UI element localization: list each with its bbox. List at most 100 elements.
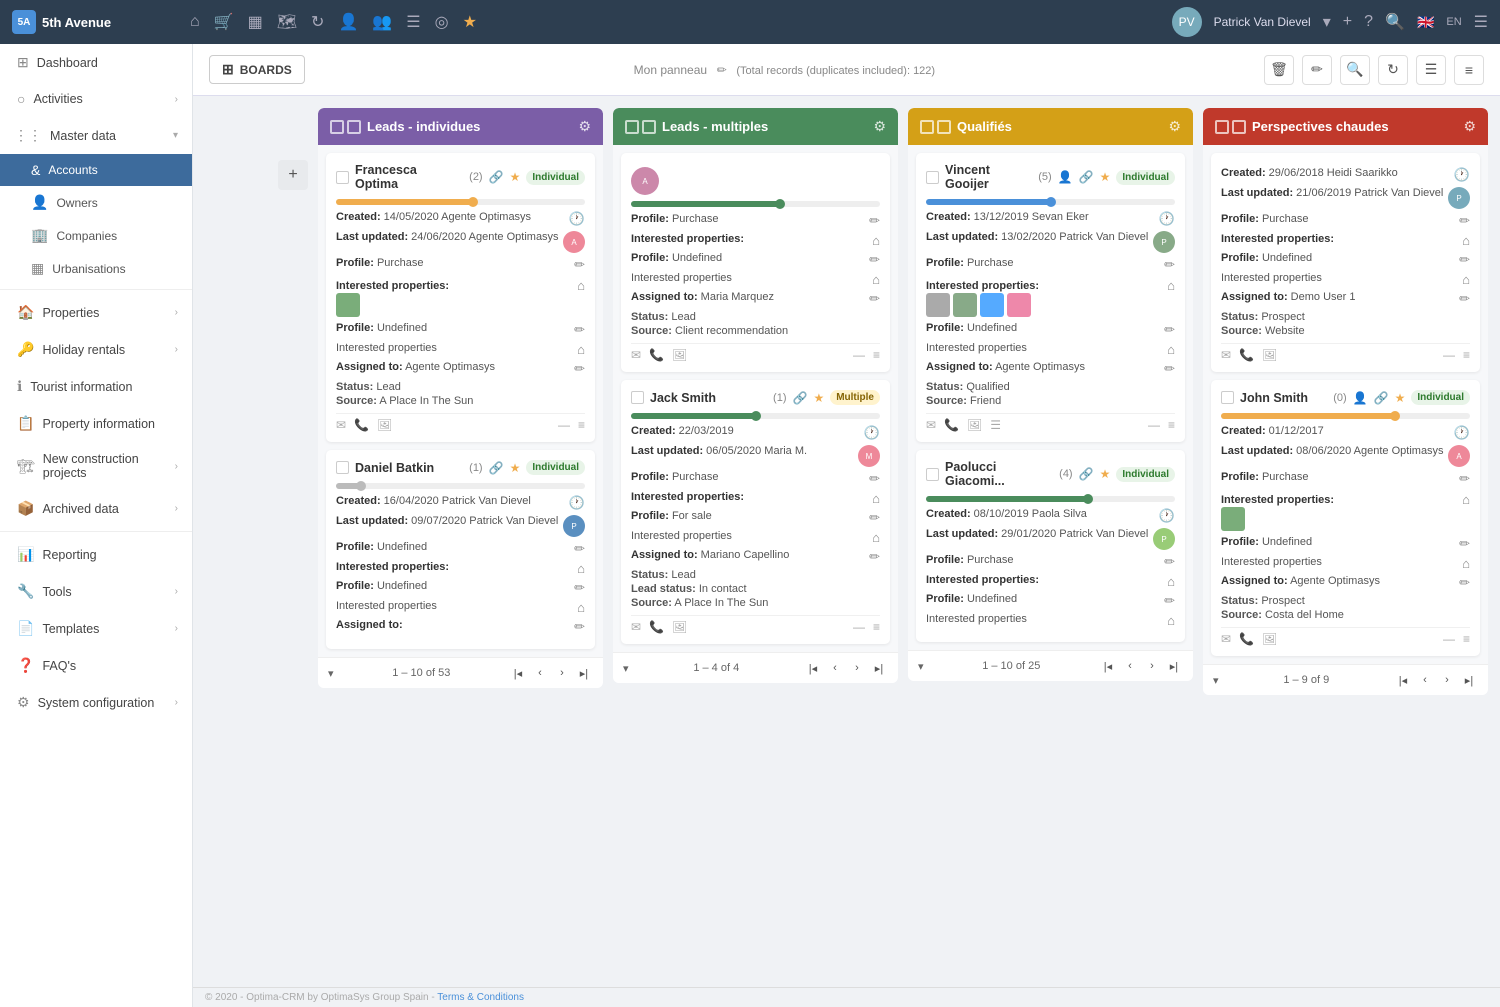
sidebar-item-tourist-info[interactable]: ℹ Tourist information <box>0 368 192 405</box>
collapse-icon-francesca[interactable]: — <box>558 418 570 432</box>
app-logo[interactable]: 5A 5th Avenue <box>12 10 182 34</box>
refresh-icon[interactable]: ↻ <box>311 12 324 32</box>
home2-icon-paolucci[interactable]: ⌂ <box>1167 613 1175 628</box>
progress-thumb-paolucci[interactable] <box>1083 494 1093 504</box>
page-next-2[interactable]: › <box>848 659 866 677</box>
photo-icon-francesca[interactable]: 🖼 <box>377 418 392 432</box>
user-chevron[interactable]: ▾ <box>1323 12 1331 32</box>
edit-button[interactable]: ✏ <box>1302 55 1332 85</box>
sidebar-item-templates[interactable]: 📄 Templates › <box>0 610 192 647</box>
sidebar-item-reporting[interactable]: 📊 Reporting <box>0 536 192 573</box>
menu-icon-francesca[interactable]: ≡ <box>578 418 585 432</box>
card-star-john[interactable]: ★ <box>1395 391 1406 405</box>
flag-icon[interactable]: 🇬🇧 <box>1417 14 1434 31</box>
page-prev-4[interactable]: ‹ <box>1416 671 1434 689</box>
card-link-icon-jack[interactable]: 🔗 <box>793 391 808 405</box>
assigned-edit-lm1[interactable]: ✏ <box>869 291 880 307</box>
page-first-2[interactable]: |◂ <box>804 659 822 677</box>
progress-thumb-daniel[interactable] <box>356 481 366 491</box>
assigned-edit-francesca[interactable]: ✏ <box>574 361 585 377</box>
grid-icon[interactable]: ▦ <box>248 12 263 32</box>
page-last-3[interactable]: ▸| <box>1165 657 1183 675</box>
phone-icon-francesca[interactable]: 📞 <box>354 418 369 432</box>
phone-icon-vincent[interactable]: 📞 <box>944 418 959 432</box>
page-first-3[interactable]: |◂ <box>1099 657 1117 675</box>
home-icon-jack[interactable]: ⌂ <box>872 491 880 506</box>
col-gear-qualifies[interactable]: ⚙ <box>1168 118 1181 135</box>
sidebar-item-new-construction[interactable]: 🏗 New construction projects › <box>0 442 192 490</box>
home-icon-daniel[interactable]: ⌂ <box>577 561 585 576</box>
refresh-button[interactable]: ↻ <box>1378 55 1408 85</box>
card-link-icon-vincent[interactable]: 🔗 <box>1079 170 1094 184</box>
card-star-paolucci[interactable]: ★ <box>1100 467 1111 481</box>
menu-icon-jack[interactable]: ≡ <box>873 620 880 634</box>
page-last-4[interactable]: ▸| <box>1460 671 1478 689</box>
view-button[interactable]: ☰ <box>1416 55 1446 85</box>
home2-icon-vincent[interactable]: ⌂ <box>1167 342 1175 357</box>
search-toolbar-button[interactable]: 🔍 <box>1340 55 1370 85</box>
delete-button[interactable]: 🗑 <box>1264 55 1294 85</box>
collapse-icon-lm1[interactable]: — <box>853 348 865 362</box>
card-checkbox-jack[interactable] <box>631 391 644 404</box>
user-name[interactable]: Patrick Van Dievel <box>1214 15 1311 29</box>
home2-icon-hp1[interactable]: ⌂ <box>1462 272 1470 287</box>
phone-icon-jack[interactable]: 📞 <box>649 620 664 634</box>
menu-icon-vincent[interactable]: ≡ <box>1168 418 1175 432</box>
assigned-edit-jack[interactable]: ✏ <box>869 549 880 565</box>
phone-icon-john[interactable]: 📞 <box>1239 632 1254 646</box>
home-icon-paolucci[interactable]: ⌂ <box>1167 574 1175 589</box>
col-checkbox-3b[interactable] <box>937 120 951 134</box>
col-gear-leads-multiples[interactable]: ⚙ <box>873 118 886 135</box>
card-link-icon-paolucci[interactable]: 🔗 <box>1079 467 1094 481</box>
col-checkbox-2b[interactable] <box>642 120 656 134</box>
card-checkbox-vincent[interactable] <box>926 171 939 184</box>
page-prev-3[interactable]: ‹ <box>1121 657 1139 675</box>
email-icon-hp1[interactable]: ✉ <box>1221 348 1231 362</box>
sidebar-item-system-config[interactable]: ⚙ System configuration › <box>0 684 192 721</box>
col-checkbox-3a[interactable] <box>920 120 934 134</box>
home-icon-lm1[interactable]: ⌂ <box>872 233 880 248</box>
sidebar-item-companies[interactable]: 🏢 Companies <box>0 219 192 252</box>
assigned-edit-daniel[interactable]: ✏ <box>574 619 585 635</box>
sidebar-item-urbanisations[interactable]: ▦ Urbanisations <box>0 252 192 285</box>
home2-icon-jack[interactable]: ⌂ <box>872 530 880 545</box>
list-icon-vincent[interactable]: ☰ <box>990 418 1001 432</box>
card-link-icon-francesca[interactable]: 🔗 <box>489 170 504 184</box>
card-star-francesca[interactable]: ★ <box>510 170 521 184</box>
collapse-icon-hp1[interactable]: — <box>1443 348 1455 362</box>
hamburger-icon[interactable]: ☰ <box>1474 12 1488 32</box>
col-checkbox-4b[interactable] <box>1232 120 1246 134</box>
collapse-icon-jack[interactable]: — <box>853 620 865 634</box>
photo-icon-hp1[interactable]: 🖼 <box>1262 348 1277 362</box>
edit2-hp1[interactable]: ✏ <box>1459 252 1470 268</box>
card-checkbox-john[interactable] <box>1221 391 1234 404</box>
cart-icon[interactable]: 🛒 <box>214 12 234 32</box>
sidebar-item-owners[interactable]: 👤 Owners <box>0 186 192 219</box>
col-gear-leads-individuals[interactable]: ⚙ <box>578 118 591 135</box>
sidebar-item-dashboard[interactable]: ⊞ Dashboard <box>0 44 192 81</box>
edit-hp1[interactable]: ✏ <box>1459 213 1470 229</box>
edit2-vincent[interactable]: ✏ <box>1164 322 1175 338</box>
sidebar-item-holiday-rentals[interactable]: 🔑 Holiday rentals › <box>0 331 192 368</box>
edit-icon-francesca[interactable]: ✏ <box>574 257 585 273</box>
sidebar-item-properties[interactable]: 🏠 Properties › <box>0 294 192 331</box>
card-star-daniel[interactable]: ★ <box>510 461 521 475</box>
pagination-arrow-down-1[interactable]: ▾ <box>328 667 334 680</box>
page-last-2[interactable]: ▸| <box>870 659 888 677</box>
progress-thumb-jack[interactable] <box>751 411 761 421</box>
page-next-3[interactable]: › <box>1143 657 1161 675</box>
page-next-1[interactable]: › <box>553 664 571 682</box>
home-icon[interactable]: ⌂ <box>190 13 200 31</box>
progress-thumb-lm1[interactable] <box>775 199 785 209</box>
page-last-1[interactable]: ▸| <box>575 664 593 682</box>
more-button[interactable]: ≡ <box>1454 55 1484 85</box>
edit-icon-daniel[interactable]: ✏ <box>574 541 585 557</box>
menu-icon-john[interactable]: ≡ <box>1463 632 1470 646</box>
home2-icon-john[interactable]: ⌂ <box>1462 556 1470 571</box>
page-prev-1[interactable]: ‹ <box>531 664 549 682</box>
email-icon-lm1[interactable]: ✉ <box>631 348 641 362</box>
edit-jack[interactable]: ✏ <box>869 471 880 487</box>
home2-icon-francesca[interactable]: ⌂ <box>577 342 585 357</box>
edit-john[interactable]: ✏ <box>1459 471 1470 487</box>
boards-button[interactable]: ⊞ BOARDS <box>209 55 305 84</box>
